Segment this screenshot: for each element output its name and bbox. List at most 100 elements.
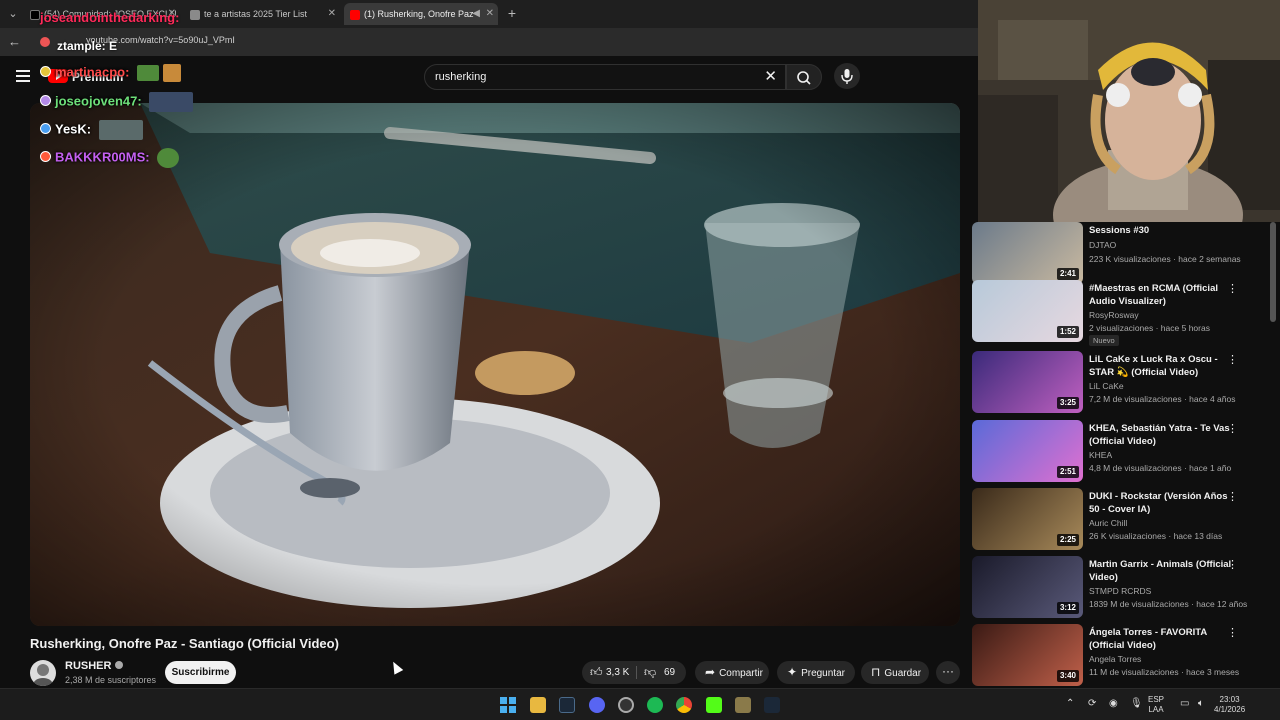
video-player[interactable] <box>30 103 960 626</box>
video-meta: 7,2 M de visualizaciones · hace 4 años <box>1089 394 1236 404</box>
app-icon[interactable] <box>735 697 751 713</box>
windows-start-icon[interactable] <box>500 697 516 713</box>
file-explorer-icon[interactable] <box>530 697 546 713</box>
chrome-icon[interactable] <box>676 697 692 713</box>
suggested-video[interactable]: 2:51 KHEA, Sebastián Yatra - Te Vas (Off… <box>972 420 1272 484</box>
tab-search-chevron-icon[interactable]: ⌄ <box>4 5 22 23</box>
clock[interactable]: 23:03 4/1/2026 <box>1214 695 1245 715</box>
video-thumbnail[interactable]: 3:25 <box>972 351 1083 413</box>
suggested-video[interactable]: 3:25 LiL CaKe x Luck Ra x Oscu - STAR 💫 … <box>972 351 1272 415</box>
microphone-tray-icon[interactable]: 🎙︎ <box>1130 698 1143 709</box>
stream-overlay-username: joseandointhedarking: <box>40 10 180 25</box>
chat-message: joseojoven47: <box>40 92 194 114</box>
channel-name[interactable]: Angela Torres <box>1089 654 1141 664</box>
tab-label: te a artistas 2025 Tier List <box>204 9 308 19</box>
video-title[interactable]: LiL CaKe x Luck Ra x Oscu - STAR 💫 (Offi… <box>1089 353 1239 379</box>
like-count[interactable]: 3,3 K <box>606 661 629 684</box>
discord-icon[interactable] <box>589 697 605 713</box>
thumbs-up-icon[interactable]: 👍︎ <box>590 661 603 684</box>
tab-youtube-active[interactable]: (1) Rusherking, Onofre Paz ◀ ✕ <box>344 3 498 25</box>
steam-icon[interactable] <box>559 697 575 713</box>
more-options-icon[interactable]: ⋮ <box>1227 355 1238 366</box>
suggested-video[interactable]: 3:12 Martin Garrix - Animals (Official V… <box>972 556 1272 620</box>
more-options-icon[interactable]: ⋮ <box>1227 284 1238 295</box>
channel-name[interactable]: Auric Chill <box>1089 518 1127 528</box>
save-button[interactable]: ⊓ Guardar <box>861 661 929 684</box>
duration-badge: 2:41 <box>1056 268 1079 280</box>
channel-name[interactable]: LiL CaKe <box>1089 381 1124 391</box>
sparkle-icon: ✦ <box>787 665 798 679</box>
clear-search-icon[interactable]: ✕ <box>764 69 777 85</box>
voice-search-button[interactable] <box>834 63 860 89</box>
suggested-video[interactable]: 2:25 DUKI - Rockstar (Versión Años 50 - … <box>972 488 1272 552</box>
video-thumbnail[interactable]: 2:25 <box>972 488 1083 550</box>
video-thumbnail[interactable]: 2:41 <box>972 222 1083 284</box>
share-button[interactable]: ➦ Compartir <box>695 661 769 684</box>
video-thumbnail[interactable]: 3:40 <box>972 624 1083 686</box>
stream-overlay-label: ztample: E <box>57 39 118 53</box>
suggested-video[interactable]: 3:40 Ángela Torres - FAVORITA (Official … <box>972 624 1272 688</box>
channel-name[interactable]: KHEA <box>1089 450 1112 460</box>
obs-icon[interactable] <box>618 697 634 713</box>
video-thumbnail[interactable]: 1:52 <box>972 280 1083 342</box>
channel-name[interactable]: RUSHER <box>65 660 124 672</box>
channel-name[interactable]: RosyRosway <box>1089 310 1139 320</box>
more-options-icon[interactable]: ⋮ <box>1227 492 1238 503</box>
video-title[interactable]: DUKI - Rockstar (Versión Años 50 - Cover… <box>1089 490 1239 516</box>
dislike-count[interactable]: 69 <box>664 661 675 684</box>
video-meta: 1839 M de visualizaciones · hace 12 años <box>1089 599 1248 609</box>
language-indicator[interactable]: ESP LAA <box>1148 695 1164 715</box>
search-button[interactable] <box>786 64 822 90</box>
divider <box>636 666 637 679</box>
menu-icon[interactable] <box>16 70 30 82</box>
duration-badge: 3:40 <box>1056 670 1079 682</box>
thumbs-down-icon[interactable]: 👎︎ <box>644 661 656 684</box>
windows-taskbar: ⌃ ⟳ ◉ 🎙︎ ESP LAA ▭ 🔈︎ 23:03 4/1/2026 <box>0 688 1280 720</box>
speaker-icon[interactable]: ◀ <box>472 3 480 25</box>
suggested-video[interactable]: 2:41 Sessions #30 DJTAO 223 K visualizac… <box>972 222 1272 286</box>
more-options-icon[interactable]: ⋮ <box>1227 424 1238 435</box>
ask-button[interactable]: ✦ Preguntar <box>777 661 855 684</box>
channel-name[interactable]: STMPD RCRDS <box>1089 586 1151 596</box>
new-tab-button[interactable]: + <box>504 4 520 22</box>
site-info-icon[interactable] <box>40 37 50 47</box>
duration-badge: 2:25 <box>1056 534 1079 546</box>
video-title[interactable]: #Maestras en RCMA (Official Audio Visual… <box>1089 282 1239 308</box>
more-options-icon[interactable]: ⋮ <box>1227 628 1238 639</box>
close-tab-icon[interactable]: ✕ <box>486 3 494 25</box>
volume-icon[interactable]: 🔈︎ <box>1198 698 1204 709</box>
verified-icon <box>115 661 124 669</box>
more-options-icon[interactable]: ⋮ <box>1227 560 1238 571</box>
sidebar-scrollbar[interactable] <box>1270 222 1276 322</box>
video-title[interactable]: Martin Garrix - Animals (Official Video) <box>1089 558 1239 584</box>
more-actions-icon[interactable]: ··· <box>936 661 960 684</box>
video-title[interactable]: Sessions #30 <box>1089 224 1239 237</box>
microphone-icon <box>841 69 853 84</box>
tab-tier-list[interactable]: te a artistas 2025 Tier List ✕ <box>190 3 340 25</box>
kick-icon[interactable] <box>706 697 722 713</box>
channel-name[interactable]: DJTAO <box>1089 240 1116 250</box>
steam-icon[interactable] <box>764 697 780 713</box>
video-title[interactable]: KHEA, Sebastián Yatra - Te Vas (Official… <box>1089 422 1239 448</box>
video-thumbnail[interactable]: 2:51 <box>972 420 1083 482</box>
video-thumbnail[interactable]: 3:12 <box>972 556 1083 618</box>
clock-date: 4/1/2026 <box>1214 705 1246 714</box>
network-icon[interactable]: ▭ <box>1180 698 1189 709</box>
subscribe-button[interactable]: Suscribirme <box>165 661 236 684</box>
suggested-video[interactable]: 1:52 #Maestras en RCMA (Official Audio V… <box>972 280 1272 346</box>
search-input[interactable]: rusherking ✕ <box>424 64 786 90</box>
tray-chevron-icon[interactable]: ⌃ <box>1066 698 1074 709</box>
share-arrow-icon: ➦ <box>705 665 716 679</box>
frog-emote-icon <box>137 65 160 81</box>
streamer-webcam <box>978 0 1280 222</box>
spotify-icon[interactable] <box>647 697 663 713</box>
close-tab-icon[interactable]: ✕ <box>328 3 336 25</box>
video-title[interactable]: Ángela Torres - FAVORITA (Official Video… <box>1089 626 1239 652</box>
back-arrow-icon[interactable]: ← <box>8 34 22 50</box>
channel-name-text: RUSHER <box>65 660 112 672</box>
emote-icon <box>98 120 143 140</box>
webcam-frame <box>978 0 1280 222</box>
tray-app-icon[interactable]: ⟳ <box>1088 698 1096 709</box>
channel-avatar[interactable] <box>30 660 56 686</box>
tray-app-icon[interactable]: ◉ <box>1109 698 1118 709</box>
